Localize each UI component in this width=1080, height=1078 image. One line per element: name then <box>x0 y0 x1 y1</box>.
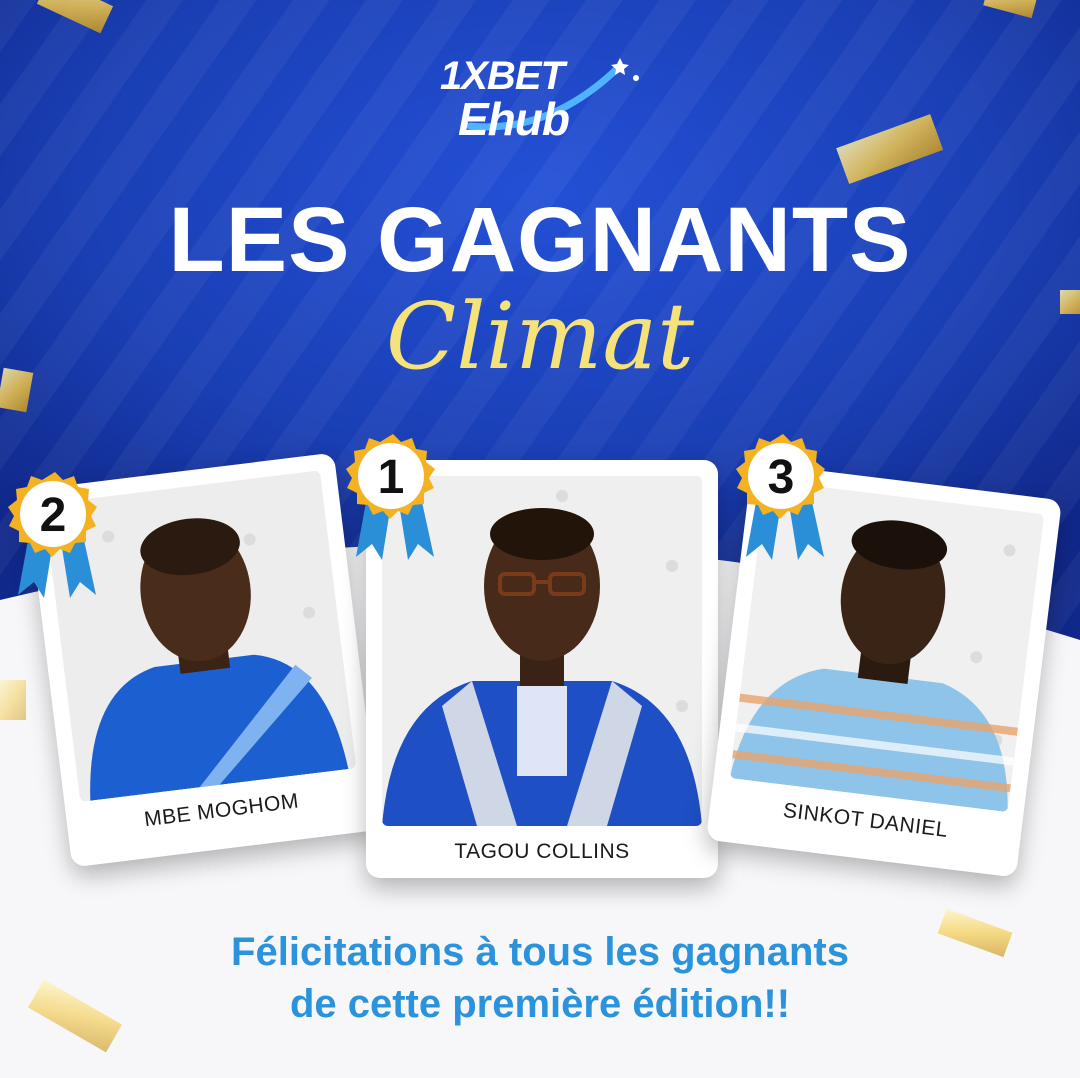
gold-medal-icon: 2 <box>0 470 110 600</box>
winner-name: TAGOU COLLINS <box>454 840 630 863</box>
gold-medal-icon: 3 <box>728 432 838 562</box>
rank-number: 1 <box>377 451 405 504</box>
headline-title: LES GAGNANTS <box>168 189 912 291</box>
congratulations-message: Félicitations à tous les gagnants de cet… <box>0 926 1080 1030</box>
brand-logo: 1XBET Ehub <box>430 48 650 148</box>
headline-subtitle: Climat <box>385 283 695 390</box>
congratulations-line-1: Félicitations à tous les gagnants <box>231 930 849 974</box>
rank-number: 2 <box>39 489 67 542</box>
rank-number: 3 <box>767 451 795 504</box>
gold-medal-icon: 1 <box>338 432 448 562</box>
logo-wordmark-bottom: Ehub <box>458 93 570 145</box>
congratulations-line-2: de cette première édition!! <box>289 982 791 1026</box>
poster: 1XBET Ehub LES GAGNANTS Climat MBE MOGHO… <box>0 0 1080 1078</box>
